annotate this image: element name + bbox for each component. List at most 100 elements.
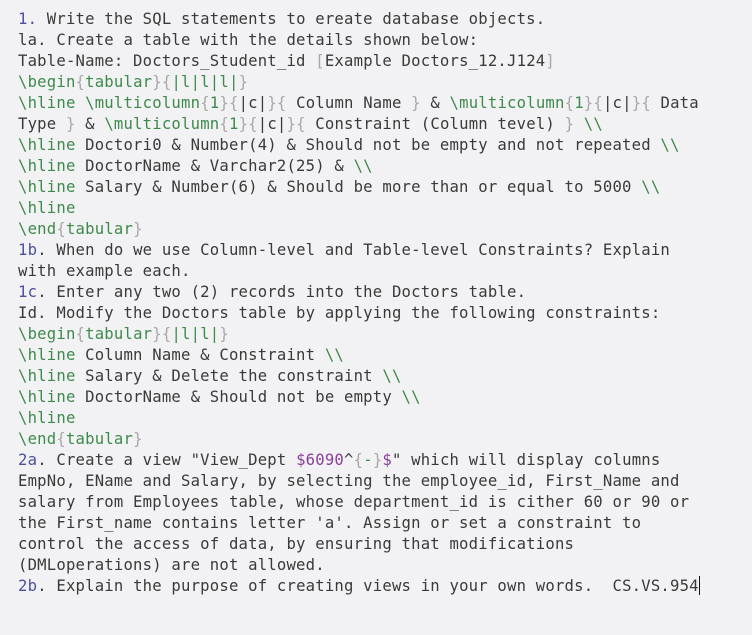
text-segment: & bbox=[75, 115, 105, 133]
latex-brace: { bbox=[353, 451, 364, 469]
text-line: the First_name contains letter 'a'. Assi… bbox=[18, 513, 700, 534]
latex-brace: { bbox=[200, 94, 210, 112]
text-segment: Doctori0 & Number(4) & Should not be emp… bbox=[75, 136, 661, 154]
latex-linebreak: \\ bbox=[324, 346, 345, 364]
text-line: salary from Employees table, whose depar… bbox=[18, 492, 700, 513]
text-segment: |c| bbox=[257, 115, 287, 133]
latex-command: \begin bbox=[18, 73, 76, 91]
text-line: \hline \multicolumn{1}{|c|}{ Column Name… bbox=[18, 93, 700, 114]
latex-brace: ] bbox=[545, 52, 555, 70]
latex-linebreak: \\ bbox=[660, 136, 680, 154]
text-segment: salary from Employees table, whose depar… bbox=[18, 493, 690, 511]
text-segment: Write the SQL statements to ereate datab… bbox=[37, 10, 546, 28]
text-segment: . Explain the purpose of creating views … bbox=[37, 577, 699, 595]
math-expression: $ bbox=[382, 451, 392, 469]
latex-command: \hline bbox=[18, 136, 76, 154]
text-segment: & bbox=[420, 94, 450, 112]
text-segment: |c| bbox=[602, 94, 632, 112]
text-line: \hline Salary & Number(6) & Should be mo… bbox=[18, 177, 700, 198]
latex-brace: } bbox=[133, 430, 143, 448]
text-line: la. Create a table with the details show… bbox=[18, 30, 700, 51]
text-segment: Data bbox=[650, 94, 699, 112]
latex-argument: |l|l| bbox=[171, 325, 220, 343]
text-line: Type } & \multicolumn{1}{|c|}{ Constrain… bbox=[18, 114, 700, 135]
latex-command: \multicolumn bbox=[449, 94, 565, 112]
latex-command: \hline \multicolumn bbox=[18, 94, 201, 112]
latex-brace: }{ bbox=[219, 94, 239, 112]
text-segment: the First_name contains letter 'a'. Assi… bbox=[18, 514, 642, 532]
text-segment: ^ bbox=[344, 451, 354, 469]
text-segment: |c| bbox=[238, 94, 268, 112]
latex-brace: { bbox=[219, 115, 229, 133]
text-line: \hline bbox=[18, 198, 700, 219]
latex-brace: } bbox=[238, 73, 249, 91]
text-segment: . Create a view "View_Dept bbox=[37, 451, 297, 469]
latex-linebreak: \\ bbox=[401, 388, 421, 406]
text-segment: Id. Modify the Doctors table by applying… bbox=[18, 304, 661, 322]
latex-brace: } bbox=[372, 451, 383, 469]
latex-brace: } bbox=[133, 220, 143, 238]
document-text-area[interactable]: 1. Write the SQL statements to ereate da… bbox=[18, 9, 700, 597]
latex-brace: { bbox=[564, 94, 575, 112]
latex-brace: }{ bbox=[238, 115, 258, 133]
latex-argument: tabular bbox=[65, 220, 134, 238]
text-line: \hline DoctorName & Should not be empty … bbox=[18, 387, 700, 408]
latex-linebreak: \\ bbox=[574, 115, 603, 133]
latex-brace: [ bbox=[315, 52, 325, 70]
question-number: 2a bbox=[18, 451, 38, 469]
text-line: \begin{tabular}{|l|l|l|} bbox=[18, 72, 700, 93]
latex-brace: }{ bbox=[583, 94, 603, 112]
latex-brace: } bbox=[411, 94, 421, 112]
latex-brace: }{ bbox=[286, 115, 306, 133]
text-line: (DMLoperations) are not allowed. bbox=[18, 555, 700, 576]
latex-command: \hline bbox=[18, 346, 76, 364]
text-segment: DoctorName & Varchar2(25) & bbox=[75, 157, 354, 175]
latex-brace: { bbox=[56, 220, 66, 238]
text-line: 2b. Explain the purpose of creating view… bbox=[18, 576, 700, 597]
text-segment: (DMLoperations) are not allowed. bbox=[18, 556, 325, 574]
latex-command: \hline bbox=[18, 157, 76, 175]
text-line: Table-Name: Doctors_Student_id [Example … bbox=[18, 51, 700, 72]
latex-argument: tabular bbox=[85, 73, 153, 91]
latex-brace: }{ bbox=[631, 94, 651, 112]
math-expression: $6090 bbox=[296, 451, 345, 469]
latex-command: \end bbox=[18, 430, 57, 448]
text-segment: control the access of data, by ensuring … bbox=[18, 535, 575, 553]
latex-linebreak: \\ bbox=[353, 157, 373, 175]
latex-argument: - bbox=[363, 451, 373, 469]
text-line: \end{tabular} bbox=[18, 219, 700, 240]
text-line: 1. Write the SQL statements to ereate da… bbox=[18, 9, 700, 30]
text-segment: la. Create a table with the details show… bbox=[18, 31, 479, 49]
latex-command: \hline bbox=[18, 388, 76, 406]
latex-command: \hline bbox=[18, 367, 76, 385]
latex-brace: }{ bbox=[152, 325, 172, 343]
latex-brace: { bbox=[56, 430, 66, 448]
text-segment: " which will display columns bbox=[392, 451, 661, 469]
text-segment: EmpNo, EName and Salary, by selecting th… bbox=[18, 472, 680, 490]
text-segment: Type bbox=[18, 115, 66, 133]
latex-brace: } bbox=[564, 115, 575, 133]
text-line: EmpNo, EName and Salary, by selecting th… bbox=[18, 471, 700, 492]
latex-argument: 1 bbox=[209, 94, 220, 112]
latex-linebreak: \\ bbox=[382, 367, 402, 385]
text-line: 1b. When do we use Column-level and Tabl… bbox=[18, 240, 700, 261]
latex-argument: 1 bbox=[228, 115, 239, 133]
question-number: 1c bbox=[18, 283, 38, 301]
latex-command: \hline bbox=[18, 409, 76, 427]
latex-brace: { bbox=[75, 325, 86, 343]
text-line: control the access of data, by ensuring … bbox=[18, 534, 700, 555]
text-line: 2a. Create a view "View_Dept $6090^{-}$"… bbox=[18, 450, 700, 471]
text-line: 1c. Enter any two (2) records into the D… bbox=[18, 282, 700, 303]
text-line: \begin{tabular}{|l|l|} bbox=[18, 324, 700, 345]
latex-brace: { bbox=[75, 73, 86, 91]
latex-linebreak: \\ bbox=[641, 178, 661, 196]
text-segment: Column Name & Constraint bbox=[75, 346, 325, 364]
latex-command: \begin bbox=[18, 325, 76, 343]
latex-brace: }{ bbox=[152, 73, 172, 91]
text-segment: . When do we use Column-level and Table-… bbox=[37, 241, 671, 259]
latex-argument: 1 bbox=[574, 94, 584, 112]
text-segment: DoctorName & Should not be empty bbox=[75, 388, 402, 406]
latex-argument: |l|l|l| bbox=[171, 73, 239, 91]
question-number: 2b bbox=[18, 577, 38, 595]
text-segment: Column Name bbox=[286, 94, 412, 112]
